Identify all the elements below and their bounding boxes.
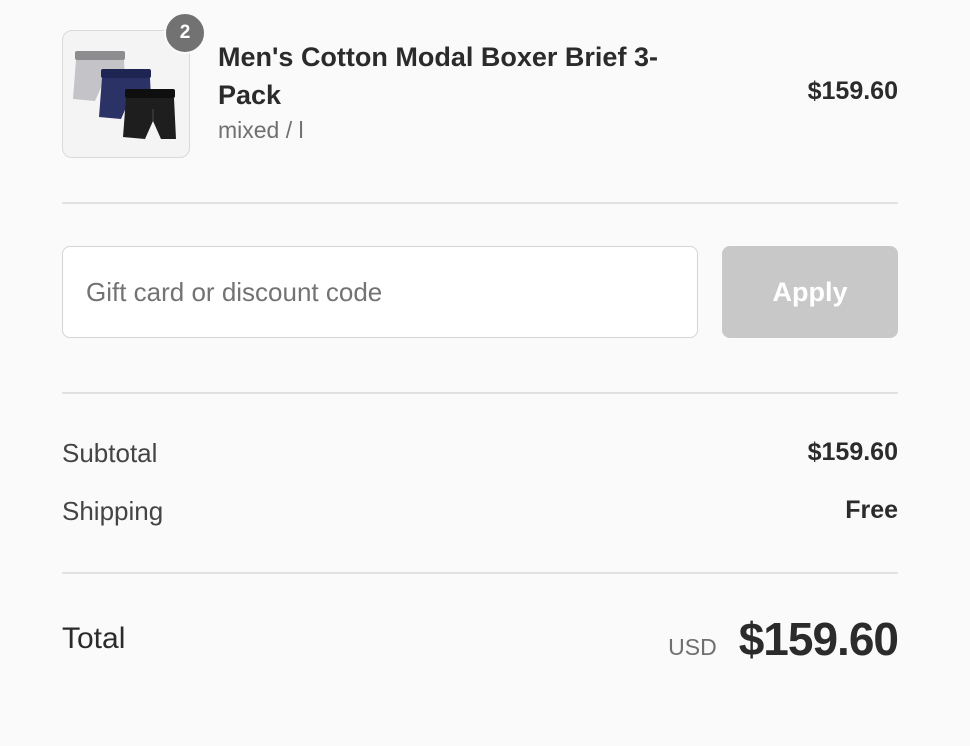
total-amount: $159.60	[738, 613, 899, 665]
divider	[62, 202, 898, 204]
shipping-value: Free	[845, 496, 898, 524]
product-info: Men's Cotton Modal Boxer Brief 3-Pack mi…	[218, 38, 698, 146]
product-title: Men's Cotton Modal Boxer Brief 3-Pack	[218, 42, 658, 110]
apply-discount-button[interactable]: Apply	[722, 246, 898, 338]
shipping-label: Shipping	[62, 496, 164, 526]
subtotal-row: Subtotal $159.60	[62, 438, 898, 478]
total-label: Total	[62, 622, 126, 655]
shipping-row: Shipping Free	[62, 496, 898, 536]
subtotal-value: $159.60	[807, 438, 898, 466]
product-thumbnail-wrapper: 2	[62, 12, 206, 158]
boxer-briefs-image-icon	[73, 51, 176, 139]
total-row: Total USD $159.60	[62, 612, 899, 672]
cart-line-item: 2 Men's Cotton Modal Boxer Brief 3-Pack …	[62, 12, 898, 158]
product-price: $159.60	[807, 77, 898, 105]
divider	[62, 572, 898, 574]
discount-code-input[interactable]	[62, 246, 698, 338]
total-amount-group: USD $159.60	[668, 612, 899, 666]
currency-code: USD	[668, 634, 717, 660]
divider	[62, 392, 898, 394]
quantity-badge: 2	[164, 12, 206, 54]
product-variant: mixed / l	[218, 117, 304, 143]
subtotal-label: Subtotal	[62, 438, 158, 468]
